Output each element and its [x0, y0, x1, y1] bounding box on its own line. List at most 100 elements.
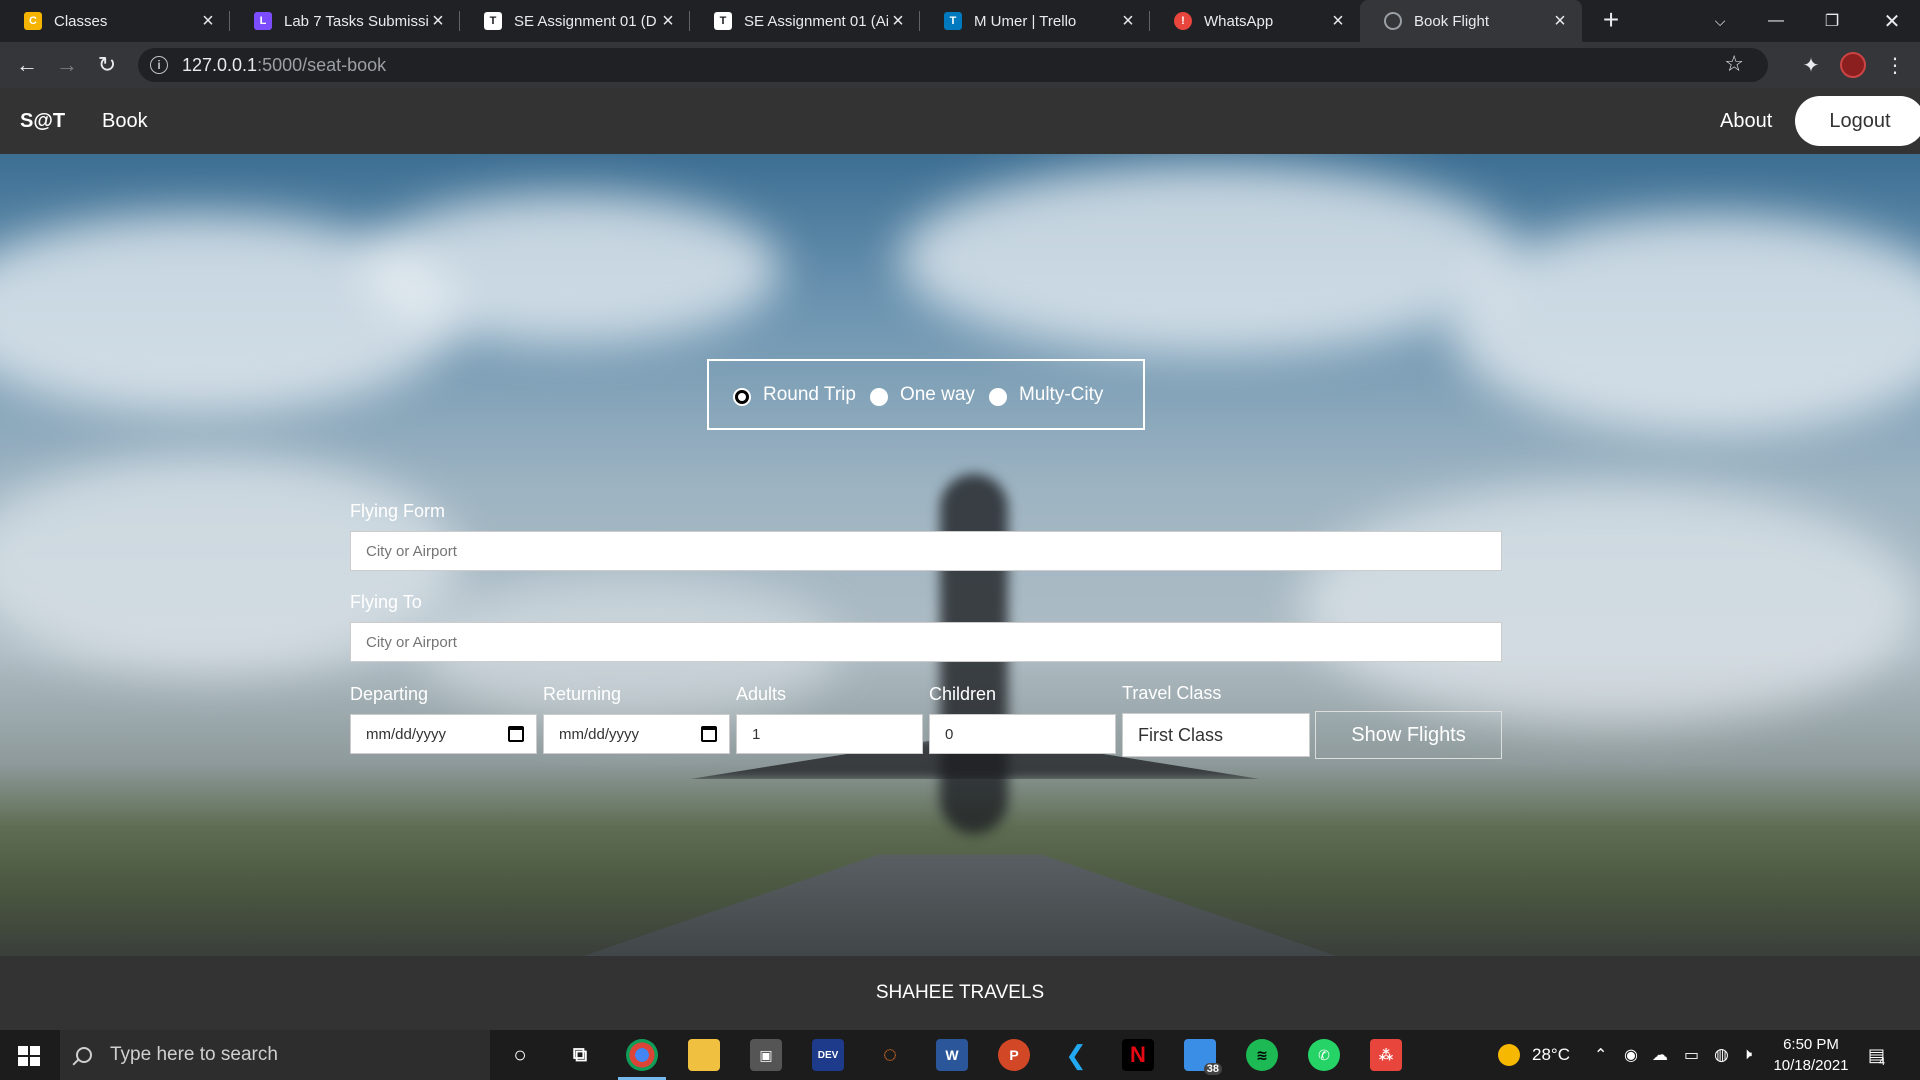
vscode-icon[interactable]: ❮: [1060, 1039, 1092, 1071]
departing-date-input[interactable]: mm/dd/yyyy: [350, 714, 537, 754]
flying-to-label: Flying To: [350, 592, 422, 612]
radio-multi-city[interactable]: Multy-City: [988, 384, 1103, 406]
tab-title: Classes: [54, 12, 108, 30]
powerpoint-icon[interactable]: P: [998, 1039, 1030, 1071]
trello-icon: T: [944, 12, 962, 30]
close-icon[interactable]: ×: [658, 10, 678, 33]
close-icon[interactable]: ×: [198, 10, 218, 33]
calendar-icon[interactable]: [701, 726, 717, 742]
menu-icon[interactable]: ⋮: [1880, 50, 1910, 80]
travel-class-label: Travel Class: [1122, 683, 1222, 703]
taskbar-search[interactable]: Type here to search: [60, 1030, 490, 1080]
onedrive-icon[interactable]: ☁: [1652, 1030, 1668, 1080]
tab-title: WhatsApp: [1204, 12, 1274, 30]
forward-icon[interactable]: →: [52, 50, 82, 80]
close-window-icon[interactable]: ✕: [1864, 0, 1920, 42]
clock-date: 10/18/2021: [1773, 1057, 1849, 1074]
radio-one-way[interactable]: One way: [869, 383, 975, 406]
radio-icon[interactable]: [988, 387, 1007, 406]
tab-se-assignment-ai[interactable]: T SE Assignment 01 (Ai ×: [690, 0, 920, 42]
tab-trello[interactable]: T M Umer | Trello ×: [920, 0, 1150, 42]
netflix-icon[interactable]: N: [1122, 1039, 1154, 1071]
sun-icon: [1498, 1044, 1520, 1066]
file-badge-icon[interactable]: 38: [1184, 1039, 1222, 1075]
spotify-icon[interactable]: ≋: [1246, 1039, 1278, 1071]
tab-title: SE Assignment 01 (D: [514, 12, 657, 30]
returning-label: Returning: [543, 684, 622, 704]
flying-to-input[interactable]: City or Airport: [350, 622, 1502, 662]
footer-text: SHAHEE TRAVELS: [875, 982, 1045, 1003]
windows-start-icon[interactable]: [18, 1046, 40, 1066]
globe-icon: [1384, 12, 1402, 30]
adults-input[interactable]: 1: [736, 714, 923, 754]
close-icon[interactable]: ×: [1118, 10, 1138, 33]
tab-se-assignment-d[interactable]: T SE Assignment 01 (D ×: [460, 0, 690, 42]
radio-icon[interactable]: [869, 387, 888, 406]
close-icon[interactable]: ×: [888, 10, 908, 33]
avatar[interactable]: [1838, 50, 1868, 80]
record-icon[interactable]: ◉: [1624, 1030, 1638, 1080]
address-bar[interactable]: i 127.0.0.1:5000/seat-book ☆: [138, 48, 1768, 82]
store-icon[interactable]: ▣: [750, 1039, 782, 1071]
volume-muted-icon[interactable]: 🕨: [1742, 1030, 1752, 1080]
travel-class-select[interactable]: First Class: [1122, 713, 1310, 757]
tab-lab7[interactable]: L Lab 7 Tasks Submissio ×: [230, 0, 460, 42]
trello-icon: T: [484, 12, 502, 30]
nav-book-link[interactable]: Book: [102, 110, 148, 133]
temperature: 28°C: [1532, 1045, 1570, 1064]
browser-tab-strip: C Classes × L Lab 7 Tasks Submissio × T …: [0, 0, 1920, 42]
chrome-icon[interactable]: [618, 1039, 666, 1080]
tab-title: SE Assignment 01 (Ai: [744, 12, 888, 30]
close-icon[interactable]: ×: [1550, 10, 1570, 33]
new-tab-button[interactable]: +: [1596, 6, 1626, 36]
bookmark-star-icon[interactable]: ☆: [1724, 51, 1744, 77]
cortana-icon[interactable]: ○: [504, 1039, 536, 1071]
tab-whatsapp[interactable]: ! WhatsApp ×: [1150, 0, 1360, 42]
back-icon[interactable]: ←: [12, 50, 42, 80]
restore-icon[interactable]: ❐: [1804, 0, 1860, 42]
trip-type-selector: Round Trip One way Multy-City: [707, 359, 1145, 430]
children-input[interactable]: 0: [929, 714, 1116, 754]
extensions-icon[interactable]: ✦: [1796, 50, 1826, 80]
taskbar-clock[interactable]: 6:50 PM 10/18/2021: [1766, 1034, 1856, 1076]
radio-round-trip[interactable]: Round Trip: [733, 384, 856, 406]
task-view-icon[interactable]: ⧉: [564, 1039, 596, 1071]
whatsapp-icon[interactable]: ✆: [1308, 1039, 1340, 1071]
radio-label: One way: [899, 383, 975, 405]
taskbar-badge: 38: [1203, 1063, 1222, 1075]
file-explorer-icon[interactable]: [688, 1039, 720, 1071]
windows-taskbar: Type here to search ○ ⧉ ▣ DEV ◌ W P ❮ N …: [0, 1030, 1920, 1080]
flying-from-input[interactable]: City or Airport: [350, 531, 1502, 571]
info-icon[interactable]: i: [150, 56, 168, 74]
close-icon[interactable]: ×: [1328, 10, 1348, 33]
jupyter-icon[interactable]: ◌: [874, 1039, 906, 1071]
battery-icon[interactable]: ▭: [1684, 1030, 1699, 1080]
taskbar-search-placeholder: Type here to search: [110, 1044, 278, 1065]
tray-chevron-icon[interactable]: ⌃: [1594, 1030, 1607, 1080]
tab-classes[interactable]: C Classes ×: [0, 0, 230, 42]
close-icon[interactable]: ×: [428, 10, 448, 33]
notification-count: 4: [1879, 1056, 1886, 1068]
app-icon[interactable]: ⁂: [1370, 1039, 1402, 1071]
reload-icon[interactable]: ↻: [92, 50, 122, 80]
date-value: mm/dd/yyyy: [366, 725, 447, 743]
notification-center-icon[interactable]: ▤ 4: [1868, 1030, 1885, 1080]
nav-about-link[interactable]: About: [1720, 110, 1772, 133]
date-value: mm/dd/yyyy: [559, 725, 640, 743]
returning-date-input[interactable]: mm/dd/yyyy: [543, 714, 730, 754]
show-flights-button[interactable]: Show Flights: [1315, 711, 1502, 759]
tab-search-icon[interactable]: ⌵: [1692, 0, 1748, 42]
radio-checked-icon[interactable]: [733, 387, 751, 406]
word-icon[interactable]: W: [936, 1039, 968, 1071]
url-path: :5000/seat-book: [257, 54, 387, 75]
site-brand[interactable]: S@T: [20, 110, 65, 133]
minimize-icon[interactable]: —: [1748, 0, 1804, 42]
devc-icon[interactable]: DEV: [812, 1039, 844, 1071]
tab-book-flight[interactable]: Book Flight ×: [1360, 0, 1582, 42]
tab-title: Lab 7 Tasks Submissio: [284, 12, 428, 30]
alert-icon: !: [1174, 12, 1192, 30]
network-globe-icon[interactable]: ◍: [1714, 1030, 1729, 1080]
weather-widget[interactable]: 28°C: [1498, 1030, 1570, 1080]
calendar-icon[interactable]: [508, 726, 524, 742]
logout-button[interactable]: Logout: [1795, 96, 1920, 146]
